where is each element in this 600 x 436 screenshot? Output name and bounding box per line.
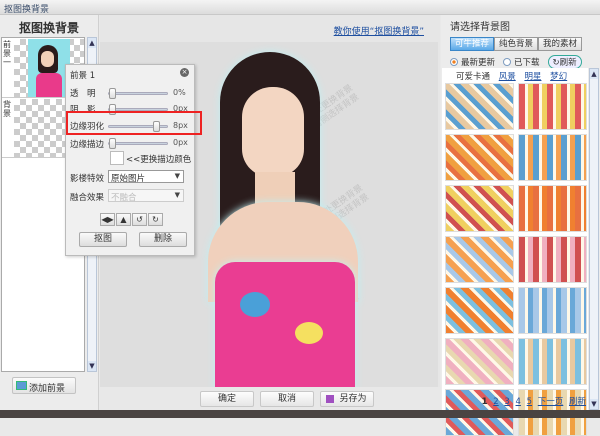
opacity-slider[interactable] [108, 88, 168, 99]
picker-tabs: 可牛推荐 纯色背景 我的素材 [450, 37, 582, 51]
background-gallery: 可爱卡通 风景 明星 梦幻 1 2 3 4 5 下一页 刷新 [442, 68, 588, 436]
cutout-button[interactable]: 抠图 [79, 232, 127, 247]
category-current: 可爱卡通 [456, 72, 491, 82]
background-tile[interactable] [445, 287, 514, 334]
category-bar: 可爱卡通 风景 明星 梦幻 [442, 68, 588, 83]
save-as-button[interactable]: 另存为 [320, 391, 374, 407]
close-icon[interactable]: × [180, 68, 189, 77]
layer-label: 前景一 [3, 40, 11, 67]
tab-solid-color[interactable]: 纯色背景 [494, 37, 538, 51]
background-tile[interactable] [518, 236, 587, 283]
cancel-button[interactable]: 取消 [260, 391, 314, 407]
filter-radios: 最新更新 已下载 ↻刷新 [450, 55, 582, 69]
taskbar-strip [0, 410, 600, 418]
category-link[interactable]: 风景 [499, 72, 516, 82]
page-current: 1 [481, 397, 488, 407]
foreground-photo[interactable] [200, 52, 380, 387]
page-link[interactable]: 5 [527, 397, 532, 407]
stroke-color-swatch[interactable] [110, 151, 124, 165]
tab-my-materials[interactable]: 我的素材 [538, 37, 582, 51]
tile-grid [442, 83, 588, 436]
slider-value: 0px [173, 138, 188, 147]
refresh-icon: ↻ [552, 58, 560, 68]
save-icon [326, 395, 334, 403]
app-heading: 抠图换背景 [18, 21, 79, 35]
background-tile[interactable] [445, 338, 514, 385]
slider-value: 0% [173, 88, 186, 97]
action-bar: 确定 取消 另存为 [100, 387, 440, 410]
radio-downloaded[interactable]: 已下载 [503, 56, 540, 68]
page-link[interactable]: 3 [504, 397, 509, 407]
add-image-icon [16, 381, 27, 390]
add-foreground-button[interactable]: 添加前景 [12, 377, 76, 394]
slider-handle[interactable] [109, 138, 116, 149]
effect-value: 原始图片 [111, 174, 146, 184]
scroll-up-icon[interactable]: ▲ [88, 38, 96, 48]
slider-label: 边缘描边 [70, 140, 105, 150]
page-link[interactable]: 4 [516, 397, 521, 407]
background-tile[interactable] [445, 134, 514, 181]
help-link[interactable]: 教你使用“抠图换背景” [334, 24, 424, 37]
background-tile[interactable] [518, 338, 587, 385]
ok-button[interactable]: 确定 [200, 391, 254, 407]
radio-label: 已下载 [514, 58, 540, 68]
blend-select[interactable]: 不融合 ▼ [108, 189, 184, 203]
rotate-right-icon[interactable]: ↻ [148, 213, 163, 226]
chevron-down-icon: ▼ [174, 172, 180, 180]
chevron-down-icon: ▼ [174, 191, 180, 199]
blend-label: 融合效果 [70, 193, 105, 203]
background-tile[interactable] [445, 185, 514, 232]
radio-unchecked-icon [503, 58, 512, 66]
category-link[interactable]: 梦幻 [550, 72, 567, 82]
title-bar: 抠图换背景 [0, 0, 600, 15]
flip-vertical-icon[interactable]: ▲ [116, 213, 131, 226]
radio-checked-icon [450, 58, 458, 66]
rotate-left-icon[interactable]: ↺ [132, 213, 147, 226]
next-page-link[interactable]: 下一页 [538, 397, 564, 407]
slider-handle[interactable] [109, 88, 116, 99]
highlight-box [66, 111, 202, 135]
radio-latest[interactable]: 最新更新 [450, 56, 495, 68]
picker-heading: 请选择背景图 [450, 22, 510, 33]
change-stroke-color-link[interactable]: <<更换描边颜色 [126, 153, 191, 165]
effect-select[interactable]: 原始图片 ▼ [108, 170, 184, 184]
foreground-settings-panel: 前景 1 × 透 明 0% 阴 影 0px 边缘羽化 8px 边缘描边 0px … [65, 64, 195, 256]
refresh-button[interactable]: ↻刷新 [547, 55, 582, 69]
background-tile[interactable] [518, 83, 587, 130]
window-title: 抠图换背景 [4, 5, 50, 15]
background-tile[interactable] [445, 83, 514, 130]
background-tile[interactable] [518, 185, 587, 232]
tab-recommended[interactable]: 可牛推荐 [450, 37, 494, 51]
refresh-label: 刷新 [559, 58, 577, 68]
background-tile[interactable] [518, 287, 587, 334]
pager-refresh-link[interactable]: 刷新 [569, 397, 586, 407]
panel-title: 前景 1 [70, 71, 96, 81]
blend-value: 不融合 [111, 193, 137, 203]
effect-label: 影楼特效 [70, 174, 105, 184]
page-link[interactable]: 2 [493, 397, 498, 407]
background-picker: 请选择背景图 可牛推荐 纯色背景 我的素材 最新更新 已下载 ↻刷新 可爱卡通 … [441, 15, 600, 436]
gallery-scrollbar[interactable]: ▲ ▼ [589, 68, 599, 410]
delete-button[interactable]: 删除 [139, 232, 187, 247]
scroll-down-icon[interactable]: ▼ [88, 361, 96, 371]
layer-label: 背景 [3, 100, 11, 118]
scroll-down-icon[interactable]: ▼ [590, 399, 598, 409]
radio-label: 最新更新 [461, 58, 496, 68]
category-link[interactable]: 明星 [524, 72, 541, 82]
slider-label: 透 明 [70, 89, 96, 99]
add-foreground-label: 添加前景 [29, 384, 66, 394]
save-as-label: 另存为 [339, 394, 367, 404]
pager: 1 2 3 4 5 下一页 刷新 [482, 395, 586, 407]
stroke-slider[interactable] [108, 138, 168, 149]
background-tile[interactable] [518, 134, 587, 181]
background-tile[interactable] [445, 236, 514, 283]
flip-horizontal-icon[interactable]: ◀▶ [100, 213, 115, 226]
scroll-up-icon[interactable]: ▲ [590, 69, 598, 79]
